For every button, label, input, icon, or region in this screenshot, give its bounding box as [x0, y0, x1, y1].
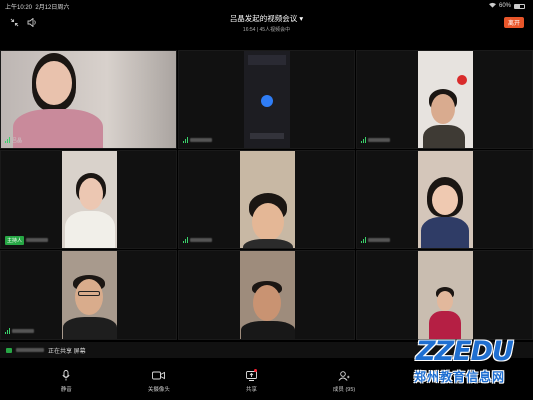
watermark-logo-text: ZZEDU	[416, 336, 514, 367]
share-status-text: 正在共享 屏幕	[48, 348, 86, 355]
participant-name-blurred	[12, 329, 34, 333]
mic-level-icon	[5, 137, 10, 143]
participant-name-blurred	[190, 138, 212, 142]
chevron-down-icon: ▾	[299, 14, 304, 23]
share-button[interactable]: 共享	[226, 368, 276, 393]
share-screen-icon	[244, 368, 258, 382]
site-watermark: ZZEDU 郑州教育信息网	[400, 338, 528, 398]
status-bar: 上午10:20 2月12日周六 60%	[0, 0, 533, 11]
mute-button[interactable]: 静音	[41, 370, 91, 393]
camera-label: 关摄像头	[147, 386, 170, 393]
participant-badge	[183, 236, 212, 244]
participant-badge: 主持人	[5, 235, 49, 245]
mic-level-icon	[5, 328, 10, 334]
camera-off-button[interactable]: 关摄像头	[134, 370, 184, 393]
host-tag: 主持人	[5, 235, 25, 245]
video-tile[interactable]: 主持人	[0, 150, 177, 249]
members-label: 成员 (95)	[332, 386, 356, 393]
meeting-title-area[interactable]: 吕晶发起的视频会议 ▾ 16:54 | 45人视频会中	[0, 13, 533, 33]
mic-level-icon	[361, 237, 366, 243]
leave-button[interactable]: 离开	[504, 17, 524, 28]
meeting-subtitle: 16:54 | 45人视频会中	[242, 27, 291, 33]
shared-phone-screen	[244, 51, 290, 148]
share-screen-icon	[6, 347, 12, 353]
video-tile[interactable]	[356, 50, 533, 149]
participant-badge: 吕晶	[5, 136, 22, 144]
wifi-icon	[488, 2, 496, 10]
video-tile[interactable]	[0, 250, 177, 340]
participant-name-blurred	[368, 138, 390, 142]
mute-label: 静音	[60, 386, 72, 393]
video-grid: 吕晶 主持人	[0, 50, 533, 340]
share-label: 共享	[245, 386, 257, 393]
members-icon	[337, 370, 351, 382]
participant-name-blurred	[190, 238, 212, 242]
status-right: 60%	[488, 2, 525, 10]
video-tile[interactable]	[356, 150, 533, 249]
video-tile[interactable]	[356, 250, 533, 340]
video-camera-icon	[152, 370, 166, 382]
meeting-header: 吕晶发起的视频会议 ▾ 16:54 | 45人视频会中 离开	[0, 10, 533, 34]
participant-badge	[361, 136, 390, 144]
sharer-name-blurred	[16, 348, 44, 352]
participant-name-blurred	[26, 238, 49, 242]
mic-level-icon	[183, 137, 188, 143]
microphone-icon	[59, 370, 73, 382]
participant-badge	[183, 136, 212, 144]
video-tile[interactable]	[178, 150, 355, 249]
mic-level-icon	[183, 237, 188, 243]
video-tile[interactable]	[178, 50, 355, 149]
mic-level-icon	[361, 137, 366, 143]
watermark-site-name: 郑州教育信息网	[414, 370, 506, 384]
members-button[interactable]: 成员 (95)	[319, 370, 369, 393]
video-tile[interactable]	[178, 250, 355, 340]
battery-percent: 60%	[498, 3, 511, 9]
video-tile[interactable]: 吕晶	[0, 50, 177, 149]
meeting-title[interactable]: 吕晶发起的视频会议 ▾	[0, 13, 533, 24]
participant-name-blurred	[368, 238, 390, 242]
video-call-icon	[261, 95, 273, 107]
notification-dot	[254, 368, 258, 372]
participant-badge	[361, 236, 390, 244]
participant-badge	[5, 327, 34, 335]
battery-icon	[514, 3, 525, 9]
